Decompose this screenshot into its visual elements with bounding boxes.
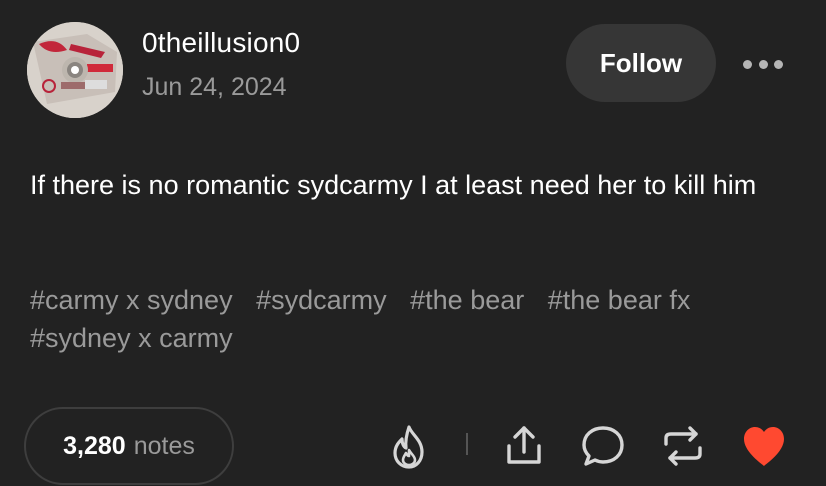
tag[interactable]: #the bear bbox=[410, 285, 524, 315]
tag[interactable]: #sydcarmy bbox=[256, 285, 387, 315]
username[interactable]: 0theillusion0 bbox=[142, 27, 300, 59]
tag-list: #carmy x sydney #sydcarmy #the bear #the… bbox=[30, 281, 800, 357]
more-dot bbox=[758, 59, 768, 69]
heart-icon[interactable] bbox=[740, 424, 788, 468]
notes-button[interactable]: 3,280 notes bbox=[24, 407, 234, 485]
reblog-icon[interactable] bbox=[658, 422, 708, 470]
share-icon[interactable] bbox=[500, 422, 548, 470]
notes-count: 3,280 bbox=[63, 431, 126, 460]
tag[interactable]: #the bear fx bbox=[548, 285, 691, 315]
follow-button[interactable]: Follow bbox=[566, 24, 716, 102]
comment-icon[interactable] bbox=[578, 422, 628, 470]
notes-label: notes bbox=[133, 431, 195, 460]
tag[interactable]: #sydney x carmy bbox=[30, 323, 233, 353]
action-divider bbox=[466, 433, 468, 455]
avatar[interactable] bbox=[27, 22, 123, 118]
flame-icon[interactable] bbox=[388, 424, 430, 470]
more-dot bbox=[743, 59, 752, 69]
post-body: If there is no romantic sydcarmy I at le… bbox=[30, 170, 757, 200]
more-dot bbox=[774, 59, 783, 69]
tag[interactable]: #carmy x sydney bbox=[30, 285, 233, 315]
post-date: Jun 24, 2024 bbox=[142, 73, 287, 101]
cd-disc-avatar-image bbox=[27, 22, 123, 118]
more-horizontal-icon[interactable] bbox=[743, 58, 783, 70]
